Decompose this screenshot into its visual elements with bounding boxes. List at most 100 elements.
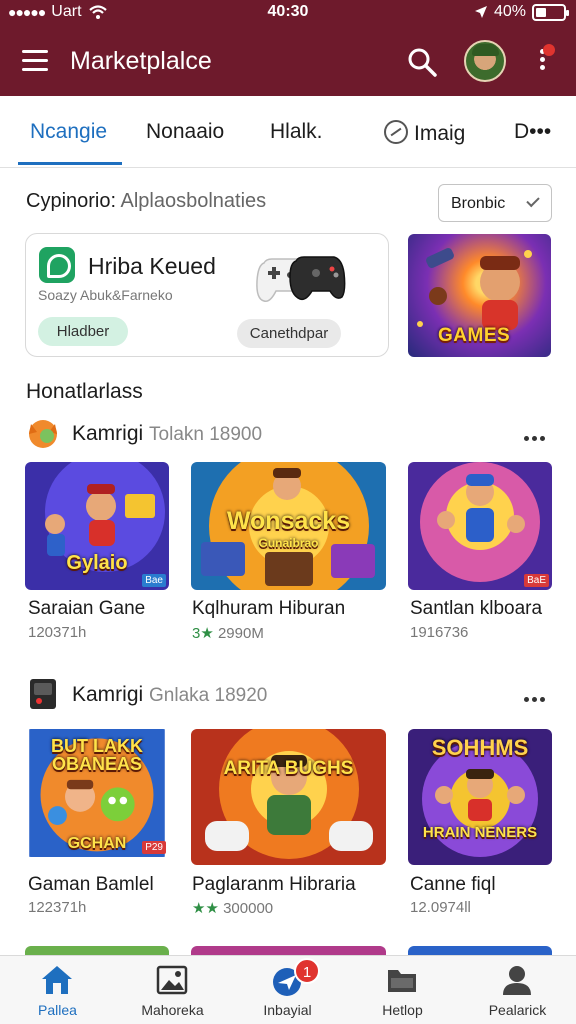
game-art-title: Wonsacks [226,507,351,535]
game-art [191,729,386,865]
game-meta-value: 300000 [223,900,274,917]
notification-dot [543,44,555,56]
game-tag: P29 [142,841,166,854]
category-meta: Tolakn 18900 [149,424,263,445]
game-title: Saraian Gane [28,598,146,619]
nav-label: Inbayial [263,1002,312,1018]
game-title: Gaman Bamlel [28,874,154,895]
rating-star-icon: ★★ [192,900,219,917]
game-title: Canne fiql [410,874,496,895]
game-thumbnail[interactable]: ARITA BUGHS [191,729,386,865]
featured-card[interactable]: Hriba Keued Soazy Abuk&Farneko Hladber C… [25,233,389,357]
featured-subtitle: Soazy Abuk&Farneko [38,287,173,303]
game-meta-value: 2990M [217,625,264,642]
category-title: Kamrigi [72,422,144,445]
fox-icon [29,420,57,448]
section-subtitle: Alplaosbolnaties [120,190,267,212]
nav-label: Pealarick [488,1002,547,1018]
game-title: Paglaranm Hibraria [192,874,356,895]
tab-nonaaio[interactable]: Nonaaio [146,120,224,144]
page-title: Marketplalce [70,47,212,75]
game-thumbnail[interactable]: Wonsacks Gunaibrao [191,462,386,590]
notification-badge: 1 [294,958,320,984]
category-header: Kamrigi Gnlaka 18920 [0,675,576,715]
game-thumbnail[interactable]: BaE [408,462,552,590]
compass-icon [384,120,408,144]
nav-label: Pallea [38,1002,77,1018]
sort-dropdown[interactable]: Bronbic [438,184,552,222]
tab-bar: Ncangie Nonaaio Hlalk. Imaig D••• [0,96,576,168]
game-title: Kqlhuram Hiburan [192,598,346,619]
section-title-main: Cypinorio: [26,190,117,212]
game-meta: ★★ 300000 [192,899,273,917]
nav-item-inbayial[interactable]: 1 Inbayial [230,956,345,1024]
game-thumbnail-peek [408,946,552,955]
game-art-subtitle: HRAIN NENERS [422,824,538,841]
nav-item-mahoreka[interactable]: Mahoreka [115,956,230,1024]
more-options-icon[interactable] [534,44,555,78]
tab-imaig-label: Imaig [414,122,466,145]
section-title: Cypinorio: Alplaosbolnaties [26,190,266,213]
game-thumbnail[interactable]: BUT LAKK OBANEAS GCHAN P29 [25,729,169,857]
category-name: Kamrigi Gnlaka 18920 [72,683,267,707]
game-meta: 3★ 2990M [192,624,264,642]
game-title: Santlan klboara [410,598,543,619]
chat-bubble-icon [39,247,75,283]
nav-label: Hetlop [382,1002,423,1018]
nav-item-pealarick[interactable]: Pealarick [460,956,575,1024]
location-arrow-icon [474,6,487,18]
games-banner[interactable]: GAMES [408,234,551,357]
game-art-title: ARITA BUGHS [223,758,354,779]
game-thumbnail[interactable]: SOHHMS HRAIN NENERS [408,729,552,865]
app-bar: Marketplalce [0,34,576,90]
game-tag: Bae [142,574,166,587]
more-options-icon[interactable] [524,689,550,702]
battery-percent: 40% [493,3,526,20]
app-header: ●●●●● Uart 40:30 40% Marketplalce [0,0,576,96]
game-thumbnail-peek [25,946,169,955]
category-meta: Gnlaka 18920 [149,685,268,706]
category-title: Kamrigi [72,683,144,706]
category-name: Kamrigi Tolakn 18900 [72,422,262,446]
game-art-title: Gylaio [66,552,128,574]
game-tag: BaE [524,574,549,587]
game-meta: 122371h [28,899,87,916]
image-frame-icon [156,965,188,995]
game-art-title: SOHHMS [431,735,529,760]
more-options-icon[interactable] [524,428,550,441]
tab-hlalk[interactable]: Hlalk. [270,120,323,144]
game-thumbnail[interactable]: Gylaio Bae [25,462,169,590]
featured-secondary-button[interactable]: Canethdpar [237,319,341,348]
folder-icon [388,970,416,992]
tab-active-indicator [18,162,122,165]
bottom-navigation: Pallea Mahoreka 1 Inbayial Hetlop Pealar… [0,955,576,1024]
gamepad-icon [256,256,346,303]
person-icon [503,966,531,995]
game-art-subtitle: Gunaibrao [258,536,319,550]
featured-primary-button[interactable]: Hladber [38,317,128,346]
battery-icon [532,3,569,21]
avatar[interactable] [464,40,506,82]
status-bar: ●●●●● Uart 40:30 40% [0,0,576,26]
tab-ncangie[interactable]: Ncangie [30,120,107,144]
categories-heading: Honatlarlass [26,380,143,403]
arcade-machine-icon [30,679,56,709]
game-meta: 1916736 [410,624,469,641]
game-art [408,462,552,590]
tab-more[interactable]: D••• [514,120,551,144]
banner-label: GAMES [438,325,511,346]
home-icon [42,966,72,994]
nav-label: Mahoreka [141,1002,204,1018]
checkmark-icon [526,193,540,208]
sort-dropdown-value: Bronbic [451,195,506,212]
menu-icon[interactable] [22,50,48,72]
nav-item-pallea[interactable]: Pallea [0,956,115,1024]
category-header: Kamrigi Tolakn 18900 [0,414,576,454]
game-art-title: BUT LAKK OBANEAS [51,736,143,774]
nav-item-hetlop[interactable]: Hetlop [345,956,460,1024]
featured-title: Hriba Keued [88,253,216,279]
game-thumbnail-peek [191,946,386,955]
search-icon[interactable] [406,46,438,78]
rating-star-icon: 3★ [192,625,214,642]
tab-imaig[interactable]: Imaig [384,120,465,146]
